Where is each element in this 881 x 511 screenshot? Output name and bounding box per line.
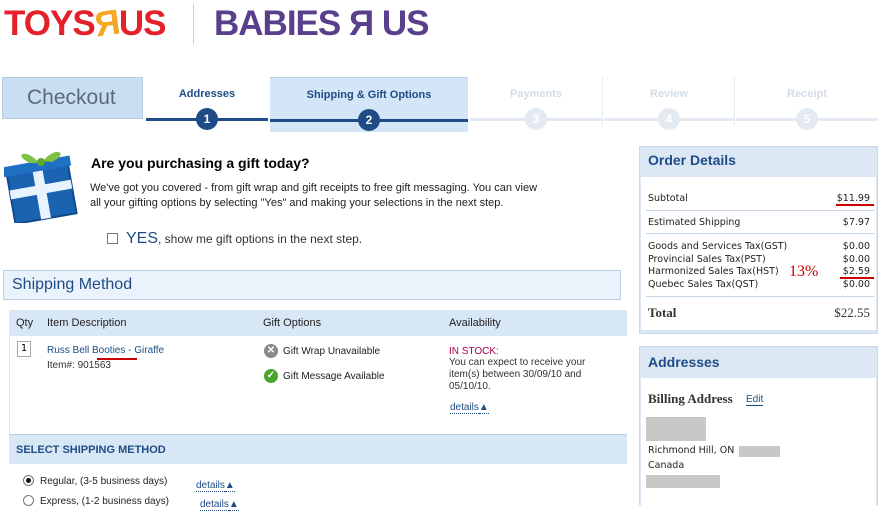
- step-label: Addresses: [146, 77, 268, 109]
- gift-description: We've got you covered - from gift wrap a…: [90, 182, 538, 209]
- gst-row: Goods and Services Tax(GST) $0.00: [648, 241, 870, 252]
- edit-billing-link[interactable]: Edit: [746, 394, 764, 406]
- gift-options-checkbox[interactable]: [107, 233, 118, 244]
- step-addresses[interactable]: Addresses 1: [146, 77, 268, 132]
- address-country: Canada: [648, 460, 685, 471]
- delivery-estimate: You can expect to receive your item(s) b…: [449, 357, 586, 392]
- col-qty: Qty: [16, 317, 34, 329]
- radio-express[interactable]: [23, 495, 34, 506]
- quantity-field[interactable]: 1: [17, 341, 31, 357]
- step-number: 2: [358, 109, 380, 131]
- stock-status: IN STOCK:: [449, 346, 499, 357]
- addresses-heading: Addresses: [648, 354, 720, 370]
- caret-up-icon: ▲: [224, 480, 235, 492]
- step-shipping-gift-options[interactable]: Shipping & Gift Options 2: [270, 77, 468, 132]
- shipping-option-express[interactable]: Express, (1-2 business days): [23, 495, 169, 507]
- express-details-link[interactable]: details▲: [200, 492, 239, 511]
- subtotal-value: $11.99: [836, 193, 870, 204]
- col-item-description: Item Description: [47, 317, 127, 329]
- babies-r-us-logo[interactable]: BABIES Я US: [214, 2, 429, 46]
- redacted-phone: [646, 475, 720, 488]
- col-gift-options: Gift Options: [263, 317, 322, 329]
- gift-question-heading: Are you purchasing a gift today?: [91, 155, 310, 171]
- order-details-heading: Order Details: [648, 152, 736, 168]
- qst-row: Quebec Sales Tax(QST) $0.00: [648, 279, 870, 290]
- pst-row: Provincial Sales Tax(PST) $0.00: [648, 254, 870, 265]
- step-number: 5: [796, 108, 818, 130]
- select-shipping-method-heading: SELECT SHIPPING METHOD: [9, 434, 627, 464]
- shipping-method-heading: Shipping Method: [3, 270, 621, 300]
- hst-row: Harmonized Sales Tax(HST) $2.59: [648, 266, 870, 277]
- item-name-link[interactable]: Russ Bell Booties - Giraffe: [47, 345, 164, 356]
- yes-label[interactable]: YES: [126, 230, 158, 247]
- step-label: Receipt: [787, 88, 827, 100]
- toys-r-us-logo[interactable]: TOYSЯUS: [4, 2, 166, 46]
- step-label: Payments: [510, 88, 562, 100]
- annotation-underline: [836, 204, 874, 206]
- step-label: Shipping & Gift Options: [306, 89, 432, 101]
- billing-address-heading: Billing Address: [648, 391, 733, 406]
- step-receipt: Receipt 5: [736, 77, 878, 132]
- unavailable-x-icon: ✕: [264, 344, 278, 358]
- shipping-option-regular[interactable]: Regular, (3-5 business days): [23, 475, 167, 487]
- step-label: Review: [650, 88, 688, 100]
- subtotal-row: Subtotal $11.99: [648, 193, 870, 204]
- estimated-shipping-row: Estimated Shipping $7.97: [648, 217, 870, 228]
- total-row: Total $22.55: [648, 305, 870, 320]
- radio-regular[interactable]: [23, 475, 34, 486]
- caret-up-icon: ▲: [478, 402, 489, 414]
- items-table-header: Qty Item Description Gift Options Availa…: [9, 310, 627, 336]
- logo-divider: [193, 4, 194, 44]
- regular-details-link[interactable]: details▲: [196, 473, 235, 492]
- address-city: Richmond Hill, ON: [648, 445, 735, 456]
- step-number: 4: [658, 108, 680, 130]
- hst-value: $2.59: [842, 266, 870, 277]
- redacted-name: [646, 417, 706, 441]
- item-number: Item#: 901563: [47, 360, 111, 371]
- checkout-title: Checkout: [2, 77, 143, 119]
- gift-box-icon: [4, 151, 78, 223]
- yes-suffix: , show me gift options in the next step.: [158, 232, 363, 246]
- caret-up-icon: ▲: [228, 499, 239, 511]
- redacted-postal-code: [739, 446, 780, 457]
- gift-options-checkbox-row[interactable]: YES, show me gift options in the next st…: [107, 230, 362, 248]
- step-number: 3: [525, 108, 547, 130]
- step-payments: Payments 3: [470, 77, 602, 132]
- col-availability: Availability: [449, 317, 501, 329]
- available-check-icon: ✓: [264, 369, 278, 383]
- step-review: Review 4: [604, 77, 734, 132]
- availability-details-link[interactable]: details▲: [450, 395, 489, 414]
- step-number: 1: [196, 108, 218, 130]
- total-value: $22.55: [834, 305, 870, 320]
